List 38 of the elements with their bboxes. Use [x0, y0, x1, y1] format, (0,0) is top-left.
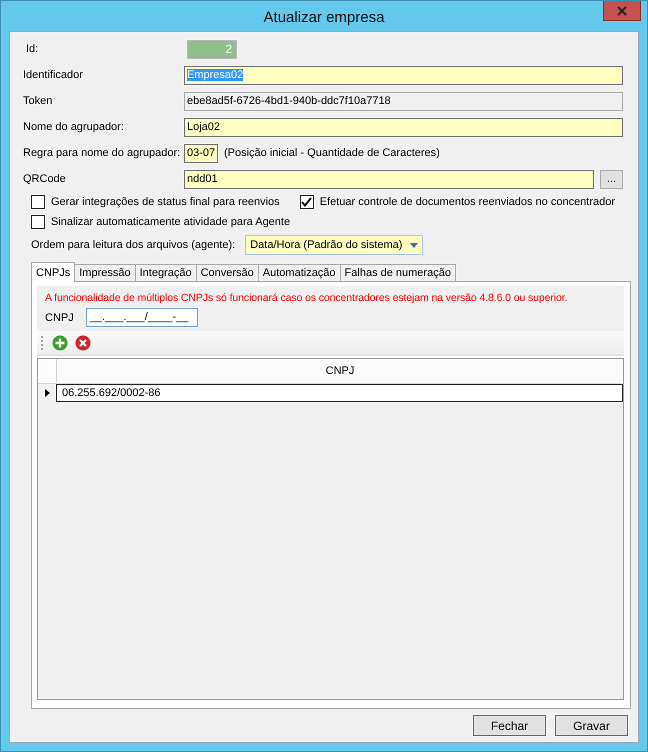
field-label: Id:	[25, 43, 40, 55]
checkbox[interactable]	[31, 215, 45, 229]
table-cell: 06.255.692/0002-86	[57, 384, 623, 402]
cnpj-field[interactable]: __.___.___/____-__	[86, 308, 198, 327]
close-button[interactable]	[603, 1, 641, 21]
checkbox-label: Sinalizar automaticamente atividade para Agente	[51, 216, 290, 228]
delete-icon[interactable]	[75, 335, 91, 351]
field-label: Token	[23, 95, 54, 107]
warning-message: A funcionalidade de múltiplos CNPJs só funcionará caso os concentradores estejam na versão 4.8.6.0 ou superior.	[45, 292, 568, 304]
field-label: QRCode	[23, 173, 67, 185]
window-title: Atualizar empresa	[264, 8, 384, 26]
field-hint: (Posição inicial - Quantidade de Caracteres)	[224, 147, 440, 159]
field-label: Identificador	[23, 69, 84, 81]
checkbox[interactable]	[300, 195, 314, 209]
tab[interactable]: CNPJs	[31, 262, 76, 282]
dialog-button[interactable]: Gravar	[555, 715, 628, 736]
browse-button[interactable]: ...	[600, 170, 623, 188]
input-field[interactable]: ndd01	[184, 170, 594, 188]
tab[interactable]: Automatização	[258, 264, 341, 281]
field-label: Ordem para leitura dos arquivos (agente):	[31, 239, 236, 251]
tab[interactable]: Impressão	[74, 264, 136, 281]
input-field[interactable]: Loja02	[184, 118, 623, 136]
tab[interactable]: Falhas de numeração	[340, 264, 456, 281]
input-field[interactable]: 03-07	[184, 144, 218, 162]
field-label: Regra para nome do agrupador:	[23, 147, 182, 159]
field-label: Nome do agrupador:	[23, 121, 125, 133]
dialog-button[interactable]: Fechar	[473, 715, 546, 736]
input-field[interactable]: ebe8ad5f-6726-4bd1-940b-ddc7f10a7718	[184, 92, 623, 110]
close-icon	[617, 6, 627, 16]
order-dropdown[interactable]: Data/Hora (Padrão do sistema)	[245, 235, 424, 255]
tab[interactable]: Integração	[134, 264, 197, 281]
current-row-icon	[44, 389, 50, 397]
field-label: CNPJ	[45, 312, 74, 324]
checkbox-label: Efetuar controle de documentos reenviados no concentrador	[320, 196, 616, 208]
add-icon[interactable]	[52, 335, 68, 351]
checkbox[interactable]	[31, 195, 45, 209]
caret-icon	[410, 243, 418, 248]
checkbox-label: Gerar integrações de status final para reenvios	[51, 196, 280, 208]
